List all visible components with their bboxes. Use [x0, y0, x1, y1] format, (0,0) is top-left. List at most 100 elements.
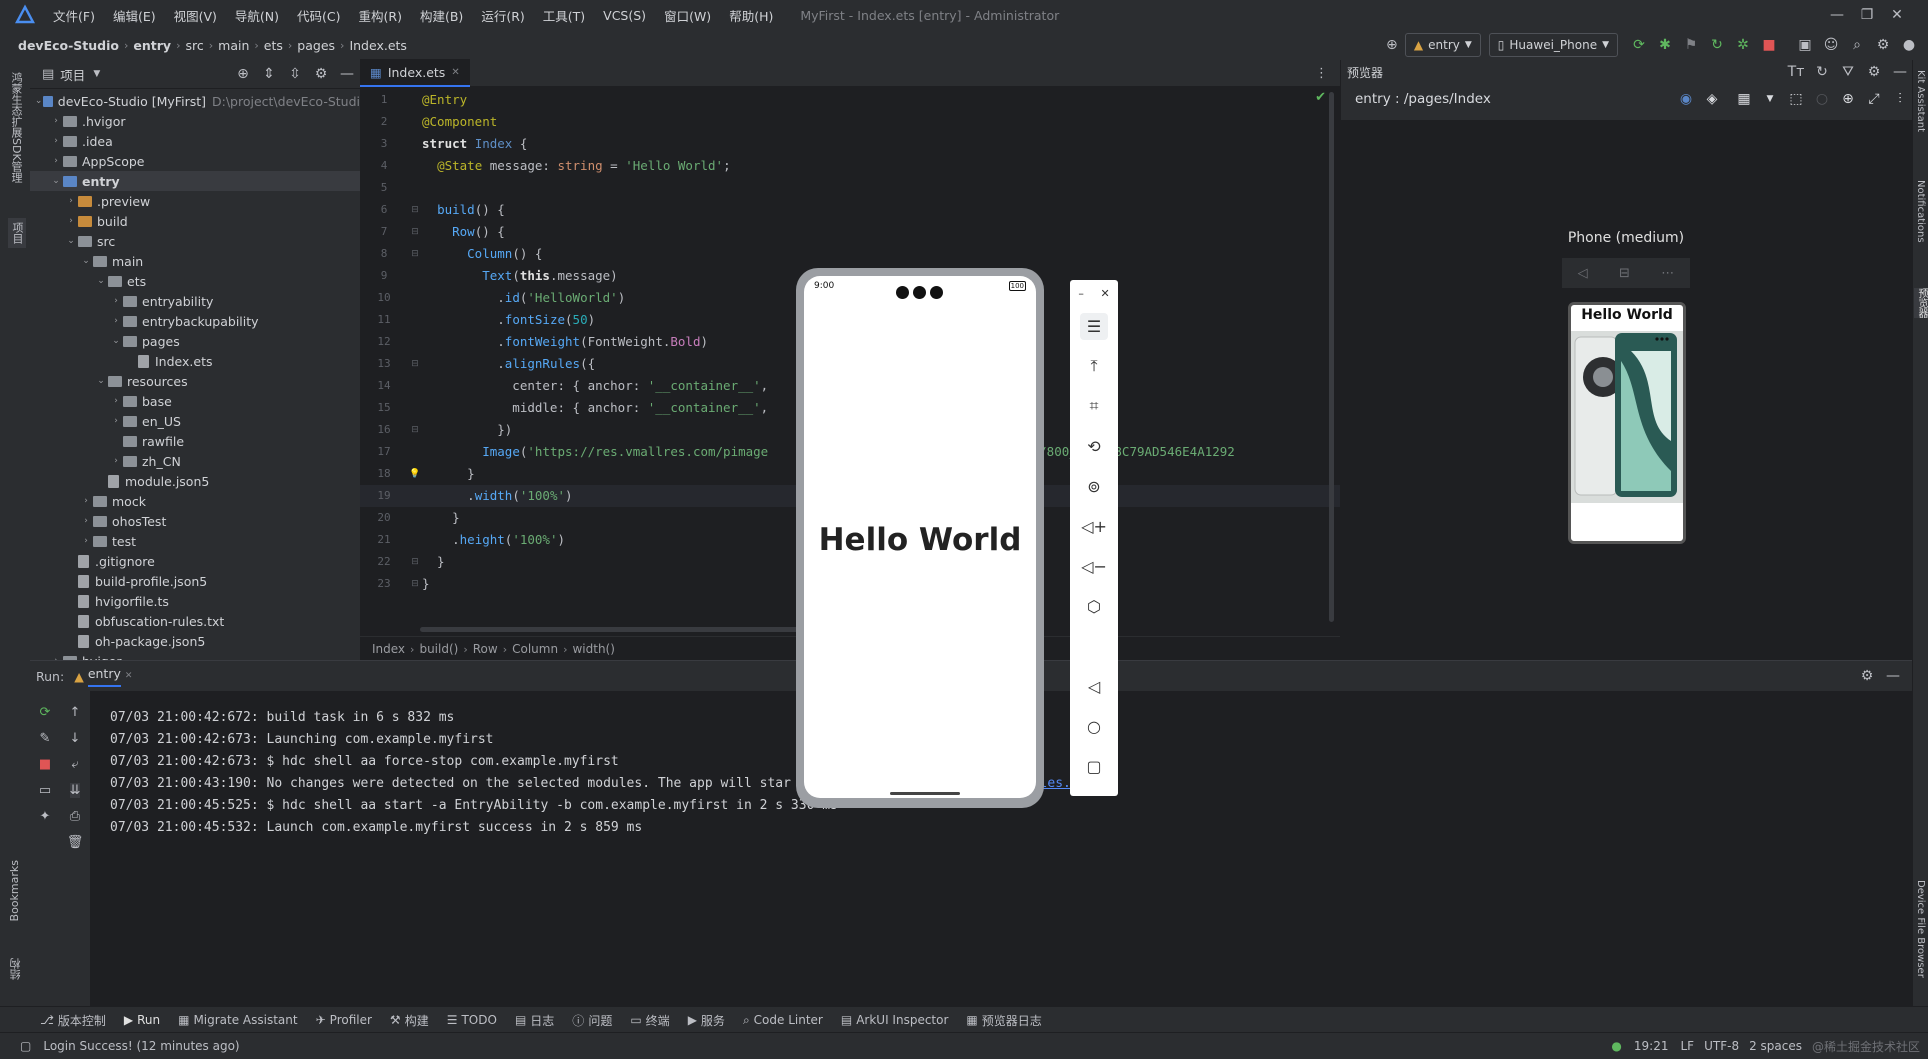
tree-item[interactable]: › .idea — [30, 131, 360, 151]
fold-marker-icon[interactable] — [408, 287, 422, 309]
home-indicator[interactable] — [890, 792, 960, 795]
menu-item[interactable]: 导航(N) — [226, 6, 288, 25]
back-triangle-icon[interactable]: ◁ — [1578, 266, 1588, 281]
chevron-right-icon[interactable]: › — [64, 196, 78, 206]
chevron-right-icon[interactable]: › — [49, 116, 63, 126]
tree-item[interactable]: ⌄ src — [30, 231, 360, 251]
menu-item[interactable]: 运行(R) — [472, 6, 533, 25]
tree-item[interactable]: › mock — [30, 491, 360, 511]
close-tab-icon[interactable]: ✕ — [451, 67, 459, 78]
menu-item[interactable]: 编辑(E) — [104, 6, 165, 25]
tree-item[interactable]: rawfile — [30, 431, 360, 451]
rotate-device-icon[interactable]: ⊟ — [1619, 266, 1630, 281]
tree-item[interactable]: › entrybackupability — [30, 311, 360, 331]
fold-marker-icon[interactable] — [408, 485, 422, 507]
layers-icon[interactable]: ◈ — [1699, 86, 1725, 112]
bottom-tool-7[interactable]: ⓘ 问题 — [572, 1012, 612, 1029]
profile-icon[interactable]: ✲ — [1730, 32, 1756, 58]
device-file-browser-tab[interactable]: Device File Browser — [1915, 880, 1926, 978]
fold-marker-icon[interactable] — [408, 507, 422, 529]
bottom-tool-4[interactable]: ⚒ 构建 — [390, 1012, 429, 1029]
menu-item[interactable]: 重构(R) — [350, 6, 411, 25]
zoom-in-icon[interactable]: ⊕ — [1835, 86, 1861, 112]
rotate-screen-icon[interactable]: ⟲ — [1070, 426, 1118, 466]
project-panel-title[interactable]: 项目 — [60, 65, 85, 84]
trash-icon[interactable]: 🗑 — [67, 835, 84, 850]
chevron-right-icon[interactable]: › — [79, 536, 93, 546]
screenshot-crop-icon[interactable]: ⌗ — [1070, 386, 1118, 426]
indent-setting[interactable]: 2 spaces — [1749, 1039, 1802, 1053]
bottom-tool-9[interactable]: ▶ 服务 — [688, 1012, 725, 1029]
minimize-icon[interactable]: — — [1822, 7, 1852, 23]
fold-marker-icon[interactable] — [408, 397, 422, 419]
cursor-position[interactable]: 19:21 — [1634, 1039, 1669, 1053]
locate-icon[interactable]: ⊕ — [230, 61, 256, 87]
tree-item[interactable]: ⌄ main — [30, 251, 360, 271]
tree-item[interactable]: ⌄ ets — [30, 271, 360, 291]
menu-item[interactable]: VCS(S) — [594, 8, 655, 23]
fold-marker-icon[interactable] — [408, 529, 422, 551]
apply-changes-icon[interactable]: ↻ — [1704, 32, 1730, 58]
bottom-tool-10[interactable]: ⌕ Code Linter — [743, 1013, 823, 1028]
project-tab[interactable]: 项目 — [8, 218, 26, 248]
breadcrumb-item[interactable]: ets — [264, 38, 283, 53]
fold-marker-icon[interactable]: ⊟ — [408, 243, 422, 265]
inspector-icon[interactable]: ◉ — [1673, 86, 1699, 112]
crop-icon[interactable]: ⬚ — [1783, 86, 1809, 112]
rerun-icon[interactable]: ⟳ — [40, 705, 51, 720]
chevron-right-icon[interactable]: › — [49, 136, 63, 146]
menu-item[interactable]: 工具(T) — [534, 6, 594, 25]
close-icon[interactable]: ✕ — [1100, 287, 1109, 300]
fold-marker-icon[interactable] — [408, 375, 422, 397]
close-icon[interactable]: ✕ — [1882, 7, 1912, 23]
chevron-right-icon[interactable]: › — [79, 496, 93, 506]
chevron-down-icon[interactable]: ⌄ — [49, 176, 63, 186]
menu-item[interactable]: 窗口(W) — [655, 6, 720, 25]
run-tab-entry[interactable]: entry — [87, 666, 121, 687]
fold-marker-icon[interactable]: ⊟ — [408, 573, 422, 595]
pin-top-icon[interactable]: ⤒ — [1070, 346, 1118, 386]
tree-item[interactable]: module.json5 — [30, 471, 360, 491]
tree-item[interactable]: build-profile.json5 — [30, 571, 360, 591]
debug-icon[interactable]: ✱ — [1652, 32, 1678, 58]
soft-wrap-icon[interactable]: ⤶ — [71, 757, 78, 772]
previewer-tab[interactable]: 预览器 — [1914, 288, 1928, 318]
device-select[interactable]: ▯ Huawei_Phone ▼ — [1488, 33, 1618, 57]
tree-item[interactable]: oh-package.json5 — [30, 631, 360, 651]
fold-marker-icon[interactable]: ⊟ — [408, 199, 422, 221]
chevron-right-icon[interactable]: › — [109, 316, 123, 326]
fold-marker-icon[interactable]: ⊟ — [408, 551, 422, 573]
menu-item[interactable]: 帮助(H) — [720, 6, 782, 25]
volume-down-icon[interactable]: ◁− — [1070, 546, 1118, 586]
bottom-tool-2[interactable]: ▦ Migrate Assistant — [178, 1013, 298, 1027]
tree-item[interactable]: › ohosTest — [30, 511, 360, 531]
nav-recents-icon[interactable]: ▢ — [1070, 746, 1118, 786]
bulb-icon[interactable]: 💡 — [408, 463, 422, 485]
close-tab-icon[interactable]: ✕ — [125, 671, 133, 681]
tree-item[interactable]: › zh_CN — [30, 451, 360, 471]
tree-item[interactable]: › en_US — [30, 411, 360, 431]
settings-gear-icon[interactable]: ⚙ — [1854, 663, 1880, 689]
tree-item[interactable]: ⌄ devEco-Studio [MyFirst] D:\project\devEc… — [30, 91, 360, 111]
chevron-right-icon[interactable]: › — [79, 516, 93, 526]
fold-marker-icon[interactable] — [408, 309, 422, 331]
grid-icon[interactable]: ▦ — [1731, 86, 1757, 112]
breadcrumb-item[interactable]: entry — [133, 38, 171, 53]
font-size-icon[interactable]: Tт — [1783, 59, 1809, 85]
volume-up-icon[interactable]: ◁+ — [1070, 506, 1118, 546]
breadcrumb-item[interactable]: main — [218, 38, 249, 53]
chevron-right-icon[interactable]: › — [49, 156, 63, 166]
tree-item[interactable]: Index.ets — [30, 351, 360, 371]
scroll-to-end-icon[interactable]: ⇊ — [69, 782, 81, 798]
rerun-icon[interactable]: ⟳ — [1626, 32, 1652, 58]
bottom-tool-12[interactable]: ▦ 预览器日志 — [966, 1012, 1041, 1029]
editor-breadcrumb-item[interactable]: width() — [572, 642, 614, 656]
device-manager-icon[interactable]: ▣ — [1792, 32, 1818, 58]
attach-debugger-icon[interactable]: ⚑ — [1678, 32, 1704, 58]
hide-icon[interactable]: — — [334, 61, 360, 87]
chevron-down-icon[interactable]: ▼ — [1757, 86, 1783, 112]
breadcrumb-item[interactable]: src — [185, 38, 203, 53]
menu-item[interactable]: 视图(V) — [165, 6, 226, 25]
scroll-up-icon[interactable]: ↑ — [70, 705, 81, 720]
chevron-down-icon[interactable]: ⌄ — [34, 96, 43, 106]
